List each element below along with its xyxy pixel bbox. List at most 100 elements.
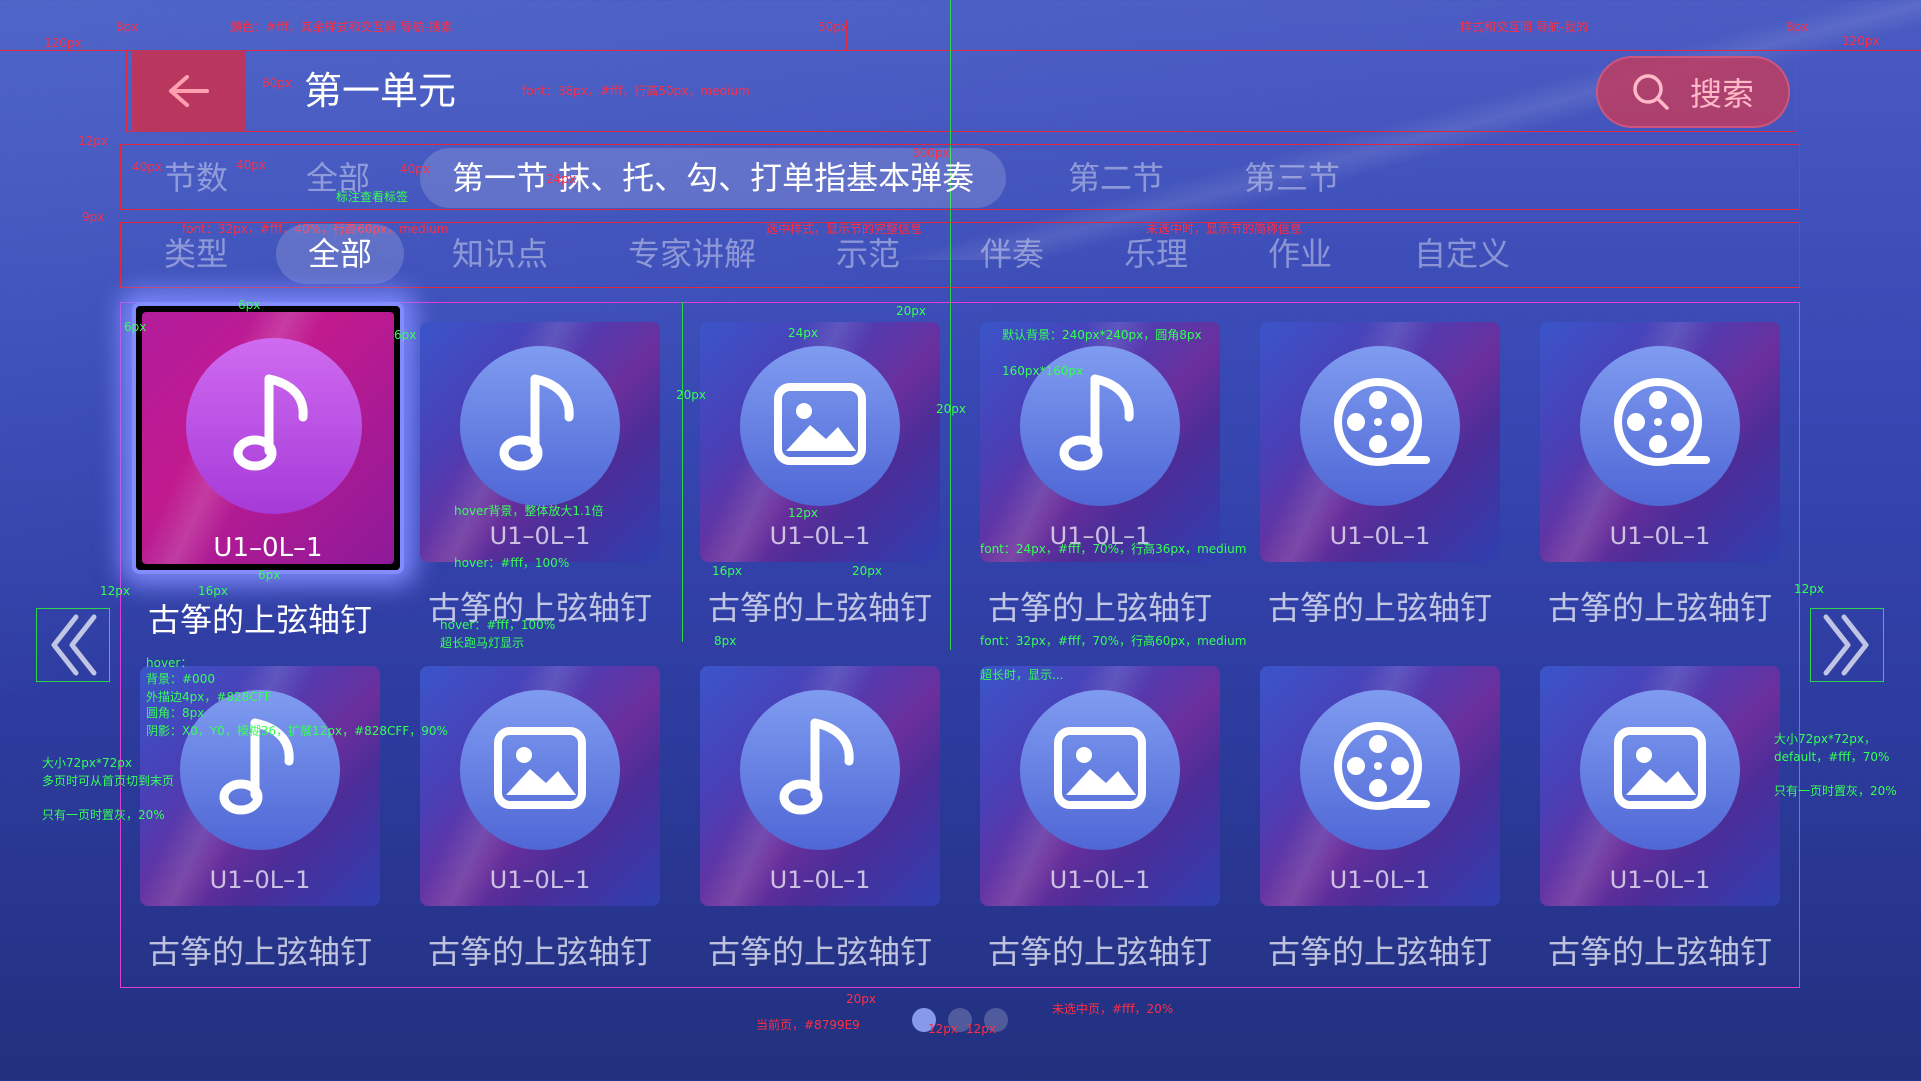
annotation: 大小72px*72px， xyxy=(1774,732,1876,746)
card-icon-circle xyxy=(1580,690,1740,850)
card-code: U1–0L–1 xyxy=(1609,522,1711,550)
card-title[interactable]: 古筝的上弦轴钉 xyxy=(130,590,390,650)
type-chip-expert[interactable]: 专家讲解 xyxy=(628,224,756,284)
annotation: 9px xyxy=(82,210,105,224)
annotation: hover背景，整体放大1.1倍 xyxy=(454,504,604,518)
card-icon-circle xyxy=(460,690,620,850)
annotation: 120px xyxy=(44,36,82,50)
annotation: 6px xyxy=(394,328,417,342)
annotation: 12px xyxy=(1794,582,1824,596)
card-code: U1–0L–1 xyxy=(1329,522,1431,550)
prev-page-button[interactable] xyxy=(36,608,110,682)
annotation: 12px xyxy=(966,1022,996,1036)
film-reel-icon xyxy=(1330,374,1430,478)
card-title[interactable]: 古筝的上弦轴钉 xyxy=(690,922,950,982)
annotation: 60px xyxy=(262,76,292,90)
annotation: 6px xyxy=(124,320,147,334)
annotation: hover：#fff，100% xyxy=(454,556,570,570)
card-icon-circle xyxy=(1300,346,1460,506)
resource-card[interactable]: U1–0L–1 xyxy=(1540,666,1780,906)
annotation: 20px xyxy=(846,992,876,1006)
card-title[interactable]: 古筝的上弦轴钉 xyxy=(970,922,1230,982)
annotation: 20px xyxy=(676,388,706,402)
card-code: U1–0L–1 xyxy=(769,866,871,894)
annotation: 当前页，#8799E9 xyxy=(756,1018,860,1032)
resource-card[interactable]: U1–0L–1 xyxy=(420,322,660,562)
next-page-button[interactable] xyxy=(1810,608,1884,682)
section-chip-2[interactable]: 第二节 xyxy=(1068,148,1164,208)
annotation: 背景：#000 xyxy=(146,672,215,686)
card-icon-circle xyxy=(740,690,900,850)
resource-card[interactable]: U1–0L–1 xyxy=(1260,666,1500,906)
back-button[interactable] xyxy=(132,50,246,132)
annotation: 16px xyxy=(712,564,742,578)
annotation: 12px xyxy=(788,506,818,520)
card-code: U1–0L–1 xyxy=(1329,866,1431,894)
type-chip-custom[interactable]: 自定义 xyxy=(1414,224,1510,284)
arrow-left-icon xyxy=(169,75,209,107)
image-icon xyxy=(772,381,868,471)
type-row-label: 类型 xyxy=(164,235,229,273)
annotation: 默认背景：240px*240px，圆角8px xyxy=(1002,328,1202,342)
music-note-icon xyxy=(1055,369,1145,483)
annotation: 圆角：8px xyxy=(146,706,205,720)
resource-card[interactable]: U1–0L–1 xyxy=(700,322,940,562)
card-icon-circle xyxy=(186,338,362,514)
section-chip-3[interactable]: 第三节 xyxy=(1244,148,1340,208)
type-chip-theory[interactable]: 乐理 xyxy=(1124,224,1188,284)
image-icon xyxy=(1052,725,1148,815)
resource-card[interactable]: U1–0L–1 xyxy=(420,666,660,906)
resource-card[interactable]: U1–0L–1 xyxy=(1260,322,1500,562)
guide-line xyxy=(682,302,683,642)
card-icon-circle xyxy=(1300,690,1460,850)
annotation: 超长时，显示... xyxy=(980,668,1064,682)
annotation: 20px xyxy=(936,402,966,416)
annotation: 24px xyxy=(788,326,818,340)
annotation: font：38px，#fff，行高50px，medium xyxy=(522,84,750,98)
card-background: U1–0L–1 xyxy=(142,312,394,564)
image-icon xyxy=(1612,725,1708,815)
annotation: 只有一页时置灰，20% xyxy=(1774,784,1897,798)
card-title[interactable]: 古筝的上弦轴钉 xyxy=(130,922,390,982)
annotation: 40px xyxy=(400,162,430,176)
type-chip-all[interactable]: 全部 xyxy=(276,224,405,284)
music-note-icon xyxy=(775,713,865,827)
annotation: font：32px，#fff，70%，行高60px，medium xyxy=(980,634,1247,648)
type-chip-demo[interactable]: 示范 xyxy=(836,224,900,284)
annotation: 300px xyxy=(912,146,950,160)
card-code: U1–0L–1 xyxy=(1049,866,1151,894)
card-title[interactable]: 古筝的上弦轴钉 xyxy=(1530,922,1790,982)
card-code: U1–0L–1 xyxy=(489,866,591,894)
type-chip-accompany[interactable]: 伴奏 xyxy=(980,224,1044,284)
annotation: hover： xyxy=(146,656,193,670)
card-icon-circle xyxy=(460,346,620,506)
page-title: 第一单元 xyxy=(304,69,457,113)
annotation: font：24px，#fff，70%，行高36px，medium xyxy=(980,542,1247,556)
card-title[interactable]: 古筝的上弦轴钉 xyxy=(1530,578,1790,638)
card-title[interactable]: 古筝的上弦轴钉 xyxy=(410,922,670,982)
annotation: 40px xyxy=(236,158,266,172)
annotation: 大小72px*72px xyxy=(42,756,132,770)
card-title[interactable]: 古筝的上弦轴钉 xyxy=(970,578,1230,638)
annotation: 160px*160px xyxy=(1002,364,1084,378)
resource-card[interactable]: U1–0L–1 xyxy=(700,666,940,906)
resource-card[interactable]: U1–0L–1 xyxy=(132,302,404,574)
card-title[interactable]: 古筝的上弦轴钉 xyxy=(1250,578,1510,638)
resource-card[interactable]: U1–0L–1 xyxy=(980,322,1220,562)
music-note-icon xyxy=(495,369,585,483)
annotation: 40px xyxy=(132,160,162,174)
resource-card[interactable]: U1–0L–1 xyxy=(980,666,1220,906)
type-chip-homework[interactable]: 作业 xyxy=(1268,224,1332,284)
type-chip-knowledge[interactable]: 知识点 xyxy=(452,224,548,284)
section-row-label: 节数 xyxy=(164,159,229,197)
search-icon xyxy=(1633,74,1669,110)
card-title[interactable]: 古筝的上弦轴钉 xyxy=(690,578,950,638)
card-title[interactable]: 古筝的上弦轴钉 xyxy=(1250,922,1510,982)
card-icon-circle xyxy=(1020,690,1180,850)
annotation: 6px xyxy=(258,568,281,582)
resource-card[interactable]: U1–0L–1 xyxy=(1540,322,1780,562)
search-button[interactable]: 搜索 xyxy=(1596,56,1790,128)
annotation: 12px xyxy=(78,134,108,148)
annotation: 只有一页时置灰，20% xyxy=(42,808,165,822)
annotation: hover：#fff，100% xyxy=(440,618,556,632)
